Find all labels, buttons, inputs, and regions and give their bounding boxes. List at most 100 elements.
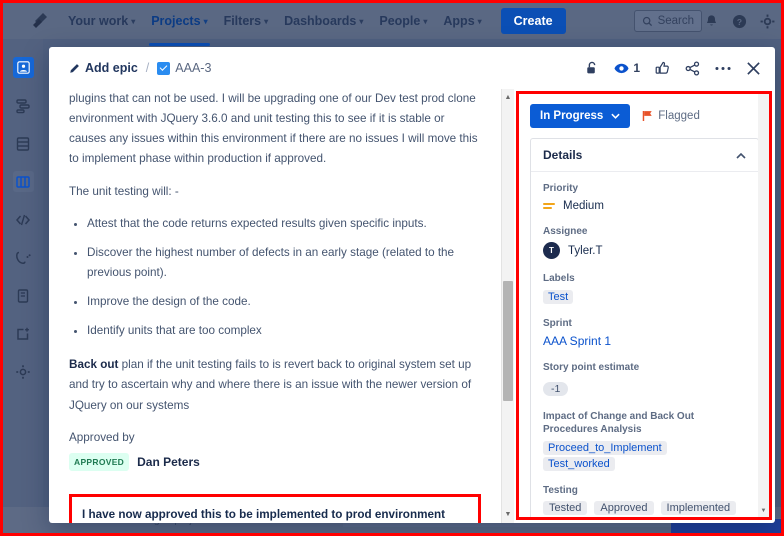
flagged-toggle[interactable]: Flagged bbox=[642, 110, 700, 122]
issue-key-label: AAA-3 bbox=[175, 61, 212, 75]
jira-logo-icon[interactable] bbox=[29, 11, 49, 31]
field-label: Labels bbox=[543, 273, 575, 284]
field-testing: Testing Tested Approved Implemented bbox=[543, 484, 746, 515]
field-value-priority[interactable]: Medium bbox=[543, 200, 746, 212]
apps-grid-icon[interactable] bbox=[19, 12, 23, 30]
details-sidebar: In Progress Flagged Details Priority Med… bbox=[519, 94, 769, 517]
notifications-bell-icon[interactable] bbox=[704, 14, 719, 29]
content-scrollbar[interactable]: ▲ ▼ bbox=[501, 89, 514, 523]
flag-icon bbox=[643, 110, 652, 122]
field-impact-analysis: Impact of Change and Back Out Procedures… bbox=[543, 410, 746, 471]
watch-eye-icon bbox=[614, 63, 629, 73]
status-row: In Progress Flagged bbox=[530, 104, 759, 128]
breadcrumb-separator: / bbox=[145, 61, 150, 75]
add-epic-button[interactable]: Add epic bbox=[69, 61, 138, 75]
approval-comment-text: I have now approved this to be implement… bbox=[82, 508, 446, 522]
assignee-value: Tyler.T bbox=[568, 244, 603, 257]
highlighted-approval-comment: I have now approved this to be implement… bbox=[69, 494, 481, 523]
scroll-up-arrow-icon[interactable]: ▲ bbox=[502, 91, 514, 104]
label-tag[interactable]: Test bbox=[543, 289, 574, 304]
details-card: Details Priority Medium Assignee T Tyler… bbox=[530, 138, 759, 517]
scroll-down-arrow-icon[interactable]: ▼ bbox=[758, 505, 769, 516]
testing-tag[interactable]: Implemented bbox=[660, 501, 737, 515]
project-avatar-icon[interactable] bbox=[12, 57, 34, 78]
nav-item-projects[interactable]: Projects ▾ bbox=[144, 5, 214, 46]
description-paragraph-2: The unit testing will: - bbox=[69, 184, 179, 198]
priority-medium-icon bbox=[543, 202, 555, 209]
search-input[interactable]: Search bbox=[633, 10, 703, 32]
sidebar-scrollbar[interactable]: ▼ bbox=[758, 94, 769, 517]
field-label: Priority bbox=[543, 183, 579, 194]
field-value-assignee[interactable]: T Tyler.T bbox=[543, 242, 746, 259]
description-paragraph-1: plugins that can not be used. I will be … bbox=[69, 92, 478, 166]
details-title: Details bbox=[543, 148, 583, 162]
settings-gear-icon[interactable] bbox=[760, 14, 775, 29]
sidebar-item-project-settings[interactable] bbox=[13, 361, 34, 382]
sidebar-item-code[interactable] bbox=[13, 209, 34, 230]
nav-item-dashboards[interactable]: Dashboards ▾ bbox=[277, 5, 370, 37]
sidebar-item-add[interactable] bbox=[13, 323, 34, 344]
share-icon[interactable] bbox=[685, 60, 700, 76]
more-actions-icon[interactable] bbox=[715, 66, 731, 71]
nav-item-your-work[interactable]: Your work ▾ bbox=[61, 5, 142, 37]
modal-header-actions: 1 bbox=[585, 60, 761, 76]
create-button[interactable]: Create bbox=[500, 8, 566, 34]
nav-label: Your work bbox=[68, 14, 129, 28]
field-label: Sprint bbox=[543, 317, 572, 329]
details-card-header[interactable]: Details bbox=[531, 139, 758, 172]
scrollbar-thumb[interactable] bbox=[503, 281, 513, 401]
status-label: In Progress bbox=[540, 110, 604, 122]
sidebar-item-roadmap[interactable] bbox=[13, 95, 34, 116]
help-icon[interactable]: ? bbox=[732, 14, 747, 29]
backout-rest-text: plan if the unit testing fails to is rev… bbox=[69, 358, 472, 412]
issue-description-pane: plugins that can not be used. I will be … bbox=[49, 89, 501, 523]
testing-tag[interactable]: Approved bbox=[594, 501, 654, 515]
flagged-label: Flagged bbox=[658, 110, 700, 122]
list-item: Discover the highest number of defects i… bbox=[87, 243, 481, 283]
field-assignee: Assignee T Tyler.T bbox=[543, 225, 746, 259]
screenshot-root: Your work ▾ Projects ▾ Filters ▾ Dashboa… bbox=[0, 0, 784, 536]
impact-tag[interactable]: Test_worked bbox=[543, 456, 615, 471]
status-dropdown-button[interactable]: In Progress bbox=[530, 104, 631, 128]
nav-item-apps[interactable]: Apps ▾ bbox=[436, 5, 488, 37]
list-item: Identify units that are too complex bbox=[87, 321, 481, 341]
field-story-point-estimate: Story point estimate -1 bbox=[543, 361, 746, 397]
details-card-body: Priority Medium Assignee T Tyler.T Label… bbox=[531, 172, 758, 517]
testing-tag[interactable]: Tested bbox=[543, 501, 588, 515]
edit-pencil-icon bbox=[70, 63, 79, 73]
scroll-down-arrow-icon[interactable]: ▼ bbox=[502, 508, 514, 521]
field-label: Testing bbox=[543, 484, 578, 496]
field-label: Assignee bbox=[543, 225, 588, 237]
sprint-link[interactable]: AAA Sprint 1 bbox=[543, 334, 746, 348]
backout-bold-label: Back out bbox=[69, 358, 119, 372]
impact-tag[interactable]: Proceed_to_Implement bbox=[543, 440, 667, 455]
backout-paragraph: Back out plan if the unit testing fails … bbox=[69, 355, 481, 415]
watch-button[interactable]: 1 bbox=[614, 61, 640, 75]
close-icon[interactable] bbox=[746, 61, 761, 76]
chevron-down-icon: ▾ bbox=[423, 16, 428, 26]
thumbs-up-icon[interactable] bbox=[655, 61, 670, 76]
field-priority: Priority Medium bbox=[543, 182, 746, 212]
nav-label: Projects bbox=[151, 14, 201, 28]
issue-details-panel: In Progress Flagged Details Priority Med… bbox=[516, 91, 772, 520]
search-icon bbox=[642, 16, 652, 26]
sidebar-item-pages[interactable] bbox=[13, 285, 34, 306]
sidebar-item-releases[interactable] bbox=[13, 247, 34, 268]
labels-tag-list: Test bbox=[543, 289, 746, 304]
avatar: T bbox=[543, 242, 560, 259]
chevron-down-icon: ▾ bbox=[264, 16, 269, 26]
issue-key-link[interactable]: AAA-3 bbox=[157, 61, 211, 75]
sidebar-item-backlog[interactable] bbox=[13, 133, 34, 154]
unlock-icon[interactable] bbox=[585, 61, 599, 76]
nav-item-people[interactable]: People ▾ bbox=[372, 5, 434, 37]
chevron-up-icon[interactable] bbox=[736, 148, 746, 162]
sidebar-item-board[interactable] bbox=[12, 171, 34, 192]
story-point-value[interactable]: -1 bbox=[543, 381, 569, 396]
approved-by-label: Approved by bbox=[69, 430, 135, 444]
field-label: Impact of Change and Back Out Procedures… bbox=[543, 410, 695, 436]
project-sidebar bbox=[3, 39, 43, 533]
impact-tag-list: Proceed_to_Implement Test_worked bbox=[543, 440, 746, 471]
global-navigation-bar: Your work ▾ Projects ▾ Filters ▾ Dashboa… bbox=[3, 3, 781, 46]
nav-item-filters[interactable]: Filters ▾ bbox=[217, 5, 276, 37]
nav-label: Apps bbox=[443, 14, 475, 28]
